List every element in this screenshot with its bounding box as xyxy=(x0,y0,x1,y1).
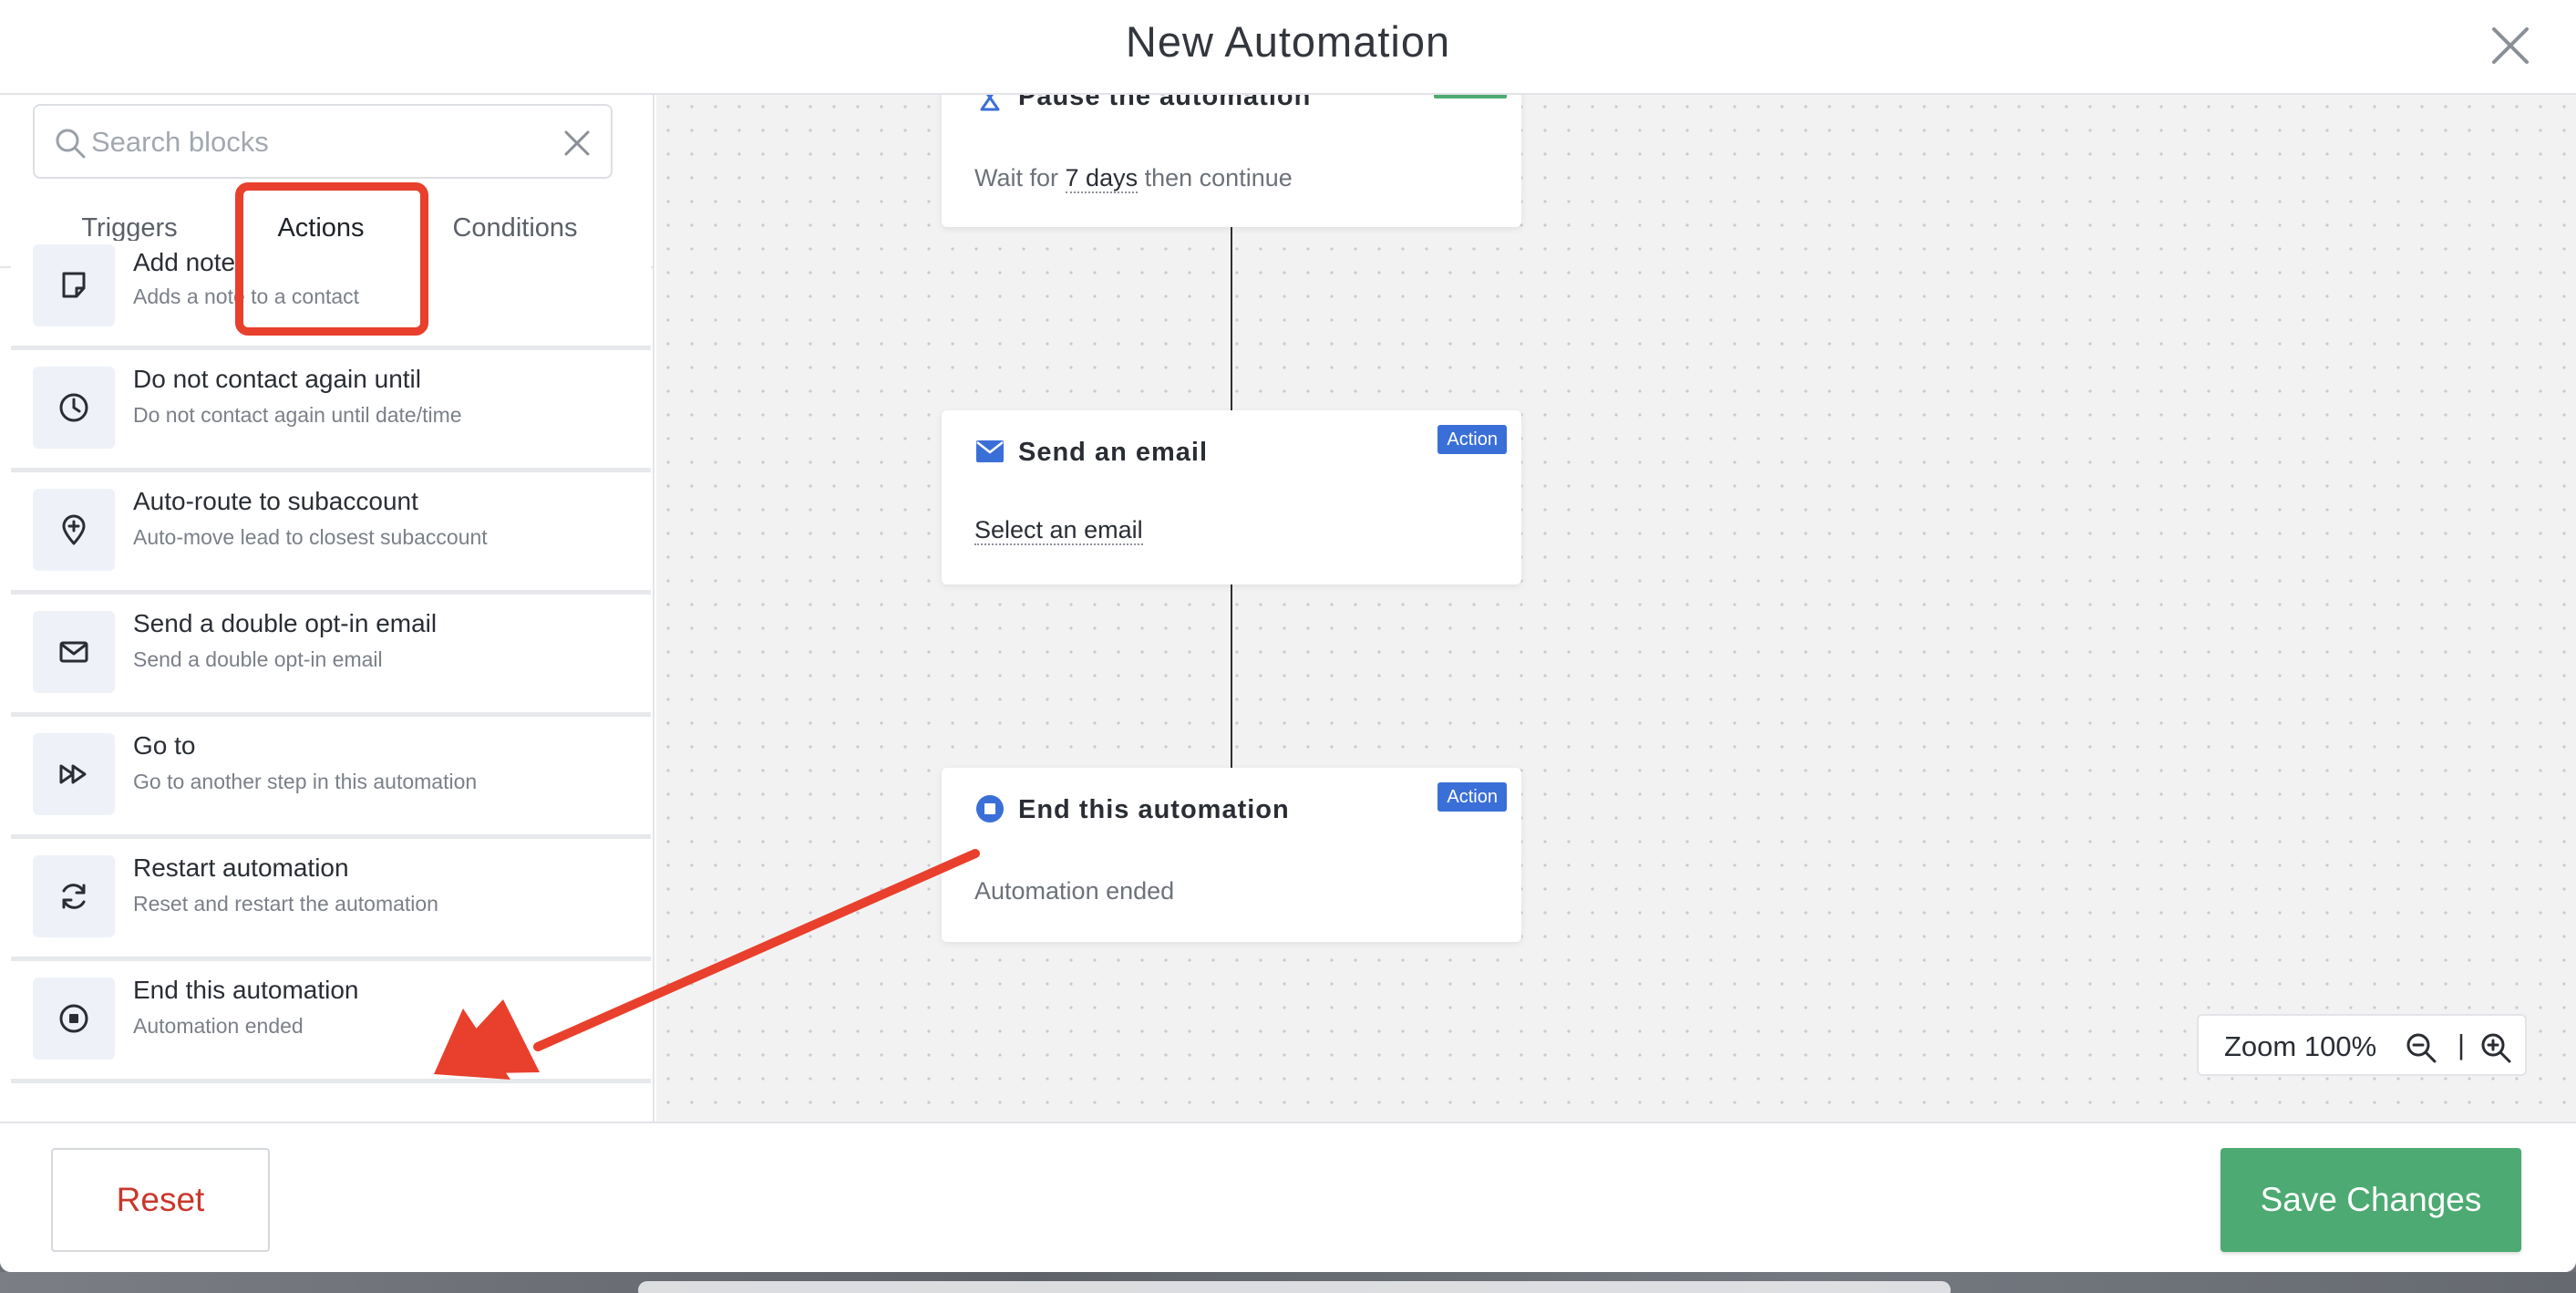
stop-circle-icon xyxy=(976,795,1004,822)
clock-icon xyxy=(59,393,88,422)
block-icon-box xyxy=(33,367,115,449)
block-subtitle: Send a double opt-in email xyxy=(133,647,383,671)
block-item-double-opt-in[interactable]: Send a double opt-in email Send a double… xyxy=(11,595,651,717)
hourglass-icon xyxy=(980,95,1000,111)
node-body: Automation ended xyxy=(974,877,1175,905)
block-title: Go to xyxy=(133,731,196,760)
clear-search-icon[interactable] xyxy=(562,128,592,159)
envelope-icon xyxy=(59,641,88,663)
node-body: Wait for 7 days then continue xyxy=(974,164,1293,193)
modal-header: New Automation xyxy=(0,0,2576,95)
node-send-email[interactable]: Send an email Action Select an email xyxy=(942,410,1521,584)
search-box xyxy=(33,104,613,179)
automation-modal: New Automation Triggers Actions xyxy=(0,0,2576,1272)
fast-forward-icon xyxy=(59,764,87,784)
block-item-restart[interactable]: Restart automation Reset and restart the… xyxy=(11,839,651,961)
zoom-level-label: Zoom 100% xyxy=(2224,1030,2377,1062)
action-badge: Action xyxy=(1437,425,1507,454)
search-input[interactable] xyxy=(91,119,547,166)
save-changes-button[interactable]: Save Changes xyxy=(2221,1148,2521,1252)
note-icon xyxy=(62,272,86,298)
node-pause-automation[interactable]: Pause the automation Wait for 7 days the… xyxy=(942,95,1521,227)
select-email-link[interactable]: Select an email xyxy=(974,516,1143,545)
backdrop-element xyxy=(638,1281,1951,1293)
close-icon xyxy=(2492,27,2529,64)
search-icon xyxy=(56,129,86,159)
block-icon-box xyxy=(33,611,115,693)
block-item-go-to[interactable]: Go to Go to another step in this automat… xyxy=(11,717,651,839)
stop-circle-icon xyxy=(59,1004,88,1033)
close-button[interactable] xyxy=(2485,20,2536,71)
block-icon-box xyxy=(33,733,115,815)
block-icon-box xyxy=(33,978,115,1060)
node-body-suffix: then continue xyxy=(1144,164,1293,191)
block-title: Auto-route to subaccount xyxy=(133,487,418,515)
automation-canvas[interactable]: Pause the automation Wait for 7 days the… xyxy=(656,95,2576,1122)
block-subtitle: Do not contact again until date/time xyxy=(133,403,462,427)
reset-button[interactable]: Reset xyxy=(51,1148,270,1252)
envelope-icon xyxy=(976,440,1004,462)
node-body: Select an email xyxy=(974,516,1143,545)
block-list: Add note Adds a note to a contact Do not… xyxy=(11,241,651,1083)
block-subtitle: Auto-move lead to closest subaccount xyxy=(133,525,488,549)
block-item-end-automation[interactable]: End this automation Automation ended xyxy=(11,961,651,1083)
block-title: Add note xyxy=(133,248,236,276)
node-body-prefix: Wait for xyxy=(974,164,1059,191)
page-backdrop xyxy=(0,1272,2576,1293)
action-badge: Action xyxy=(1437,782,1507,812)
block-subtitle: Adds a note to a contact xyxy=(133,284,360,308)
block-subtitle: Automation ended xyxy=(133,1014,304,1038)
status-badge xyxy=(1434,95,1507,98)
block-title: End this automation xyxy=(133,976,359,1004)
block-subtitle: Go to another step in this automation xyxy=(133,770,478,793)
node-title: End this automation xyxy=(1018,795,1290,824)
block-title: Restart automation xyxy=(133,853,349,882)
refresh-icon xyxy=(62,884,86,909)
blocks-sidebar: Triggers Actions Conditions Add note Add… xyxy=(0,95,654,1122)
zoom-out-icon[interactable] xyxy=(2405,1031,2437,1064)
block-item-do-not-contact[interactable]: Do not contact again until Do not contac… xyxy=(11,350,651,472)
node-title: Pause the automation xyxy=(1018,95,1312,111)
block-icon-box xyxy=(33,244,115,326)
modal-footer: Reset Save Changes xyxy=(0,1122,2576,1272)
modal-title: New Automation xyxy=(1125,17,1451,66)
block-item-add-note[interactable]: Add note Adds a note to a contact xyxy=(11,241,651,350)
block-title: Do not contact again until xyxy=(133,365,421,393)
zoom-in-icon[interactable] xyxy=(2479,1031,2512,1064)
node-title: Send an email xyxy=(1018,438,1209,467)
block-title: Send a double opt-in email xyxy=(133,609,438,637)
wait-duration-link[interactable]: 7 days xyxy=(1065,164,1139,193)
tab-actions-label: Actions xyxy=(277,213,365,243)
block-icon-box xyxy=(33,855,115,937)
zoom-control: Zoom 100% | xyxy=(2197,1014,2527,1076)
block-subtitle: Reset and restart the automation xyxy=(133,892,438,915)
node-end-automation[interactable]: End this automation Action Automation en… xyxy=(942,768,1521,942)
block-icon-box xyxy=(33,489,115,571)
block-item-auto-route[interactable]: Auto-route to subaccount Auto-move lead … xyxy=(11,472,651,595)
map-pin-plus-icon xyxy=(62,514,86,545)
zoom-separator: | xyxy=(2458,1029,2466,1060)
